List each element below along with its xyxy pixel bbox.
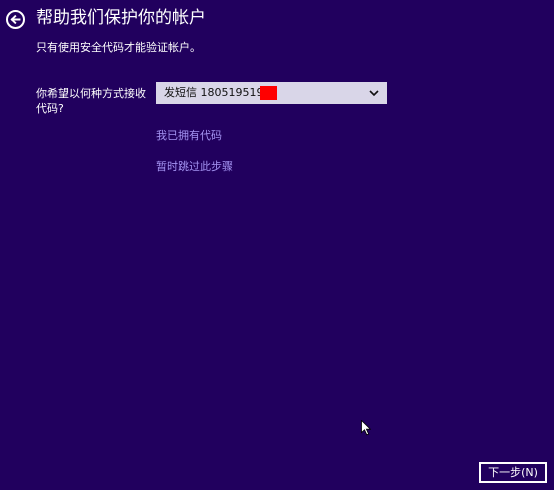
redaction-mark bbox=[260, 86, 277, 100]
method-question-label: 你希望以何种方式接收代码? bbox=[36, 87, 146, 115]
mouse-pointer-icon bbox=[361, 420, 371, 436]
page-subtitle: 只有使用安全代码才能验证帐户。 bbox=[36, 41, 201, 54]
page-title: 帮助我们保护你的帐户 bbox=[36, 8, 206, 28]
back-arrow-icon bbox=[10, 14, 21, 25]
skip-step-link[interactable]: 暂时跳过此步骤 bbox=[156, 159, 233, 174]
chevron-down-icon bbox=[369, 90, 379, 97]
have-code-link[interactable]: 我已拥有代码 bbox=[156, 128, 222, 143]
back-button[interactable] bbox=[6, 10, 25, 29]
next-button[interactable]: 下一步(N) bbox=[479, 462, 547, 483]
selected-method-value: 发短信 180519519 bbox=[164, 86, 264, 99]
